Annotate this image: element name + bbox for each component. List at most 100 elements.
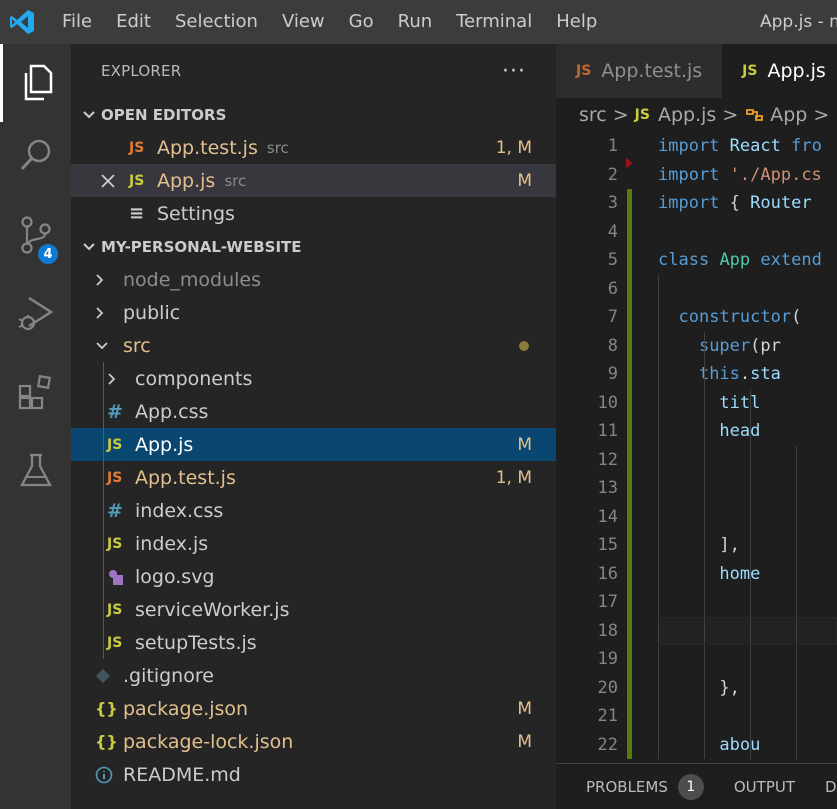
line-number: 7 [607,307,618,327]
code-token: constructor [678,307,792,327]
js-file-icon: JS [634,107,650,123]
more-actions-icon[interactable]: ··· [502,59,526,84]
open-editor-desc: src [224,171,247,190]
menu-terminal[interactable]: Terminal [444,0,544,44]
tree-item-name: public [123,301,181,324]
tree-item-name: App.js [135,433,194,456]
code-text: head [658,417,760,446]
tree-item[interactable]: JS App.test.js 1, M [71,461,556,494]
tree-item[interactable]: components [71,362,556,395]
tab-app-test-js[interactable]: JS App.test.js [556,44,723,98]
tree-item-name: package.json [123,697,249,720]
code-editor[interactable]: 1 import React fro 2 import './App.cs 3 impor… [556,132,837,762]
tab-app-js[interactable]: JS App.js [722,44,837,98]
tree-item[interactable]: logo.svg [71,560,556,593]
workspace-section[interactable]: MY-PERSONAL-WEBSITE [71,230,556,263]
breadcrumb-item[interactable]: App.js [658,104,716,126]
window-title: App.js - m [760,12,837,32]
code-line: 4 [556,218,837,247]
explorer-button[interactable] [0,44,71,122]
run-debug-icon [18,296,53,331]
tab-output[interactable]: OUTPUT [734,778,795,796]
search-button[interactable] [0,116,71,194]
code-line: 3 import { Router [556,189,837,218]
menu-help[interactable]: Help [544,0,609,44]
git-status-badge: M [517,698,532,719]
search-icon [20,139,50,171]
tree-item[interactable]: JS serviceWorker.js [71,593,556,626]
tree-item-name: App.css [135,400,209,423]
menu-go[interactable]: Go [337,0,386,44]
explorer-title: EXPLORER [101,62,182,80]
source-control-button[interactable]: 4 [0,196,71,274]
open-editor-item[interactable]: ≡ Settings [71,197,556,230]
js-file-icon: JS [742,63,758,79]
js-file-icon: JS [107,601,123,618]
code-token: { [719,193,751,213]
chevron-down-icon [77,110,101,120]
testing-button[interactable] [0,432,71,510]
open-editor-item[interactable]: JS App.js src M [71,164,556,197]
open-editors-section[interactable]: OPEN EDITORS [71,98,556,131]
open-editor-item[interactable]: JS App.test.js src 1, M [71,131,556,164]
code-text: constructor( [658,303,801,332]
css-file-icon: # [107,499,123,522]
tree-item[interactable]: # App.css [71,395,556,428]
line-number: 18 [597,620,618,641]
tree-item[interactable]: .gitignore [71,659,556,692]
tree-item[interactable]: # index.css [71,494,556,527]
vscode-logo-icon [0,0,44,44]
line-number: 6 [607,278,618,299]
tab-problems[interactable]: PROBLEMS [586,778,668,796]
run-debug-button[interactable] [0,274,71,352]
tree-item[interactable]: src [71,329,556,362]
json-file-icon: {} [95,732,118,751]
code-token: App [719,250,751,270]
code-line: 9 this.sta [556,360,837,389]
chevron-down-icon [77,242,101,252]
tree-item[interactable]: node_modules [71,263,556,296]
code-line: 14 [556,503,837,532]
code-token: fro [791,136,822,156]
tab-label: App.js [767,60,826,82]
extensions-button[interactable] [0,354,71,432]
tree-item[interactable]: JS App.js M [71,428,556,461]
tree-item[interactable]: {} package-lock.json M [71,725,556,758]
git-status-badge: 1, M [495,467,532,488]
tree-item[interactable]: README.md [71,758,556,791]
css-file-icon: # [107,400,123,423]
tree-item[interactable]: JS index.js [71,527,556,560]
js-file-icon: JS [129,172,145,189]
menu-run[interactable]: Run [386,0,445,44]
code-text: import { Router [658,189,812,218]
breadcrumb-item[interactable]: src [579,104,607,126]
tree-item-name: components [135,367,253,390]
close-icon[interactable] [101,173,129,188]
breadcrumb-item[interactable]: App [770,104,807,126]
menu-selection[interactable]: Selection [163,0,270,44]
tree-item[interactable]: JS setupTests.js [71,626,556,659]
line-number: 9 [607,364,618,384]
tree-item[interactable]: {} package.json M [71,692,556,725]
code-line: 13 [556,474,837,503]
settings-icon: ≡ [129,203,145,224]
tree-item-name: App.test.js [135,466,236,489]
scm-badge: 4 [36,242,60,266]
code-text: super(pr [658,332,781,361]
menu-file[interactable]: File [44,0,104,44]
indent-guide [704,331,705,759]
menu-edit[interactable]: Edit [104,0,163,44]
editor-tabs: JS App.test.js JS App.js [556,44,837,98]
tab-debug-console[interactable]: D [825,778,837,796]
menu-view[interactable]: View [270,0,337,44]
title-bar: File Edit Selection View Go Run Terminal Help A… [0,0,837,44]
line-number: 10 [597,392,618,413]
open-editor-status: M [517,170,532,191]
tree-item[interactable]: public [71,296,556,329]
line-number: 17 [597,592,618,612]
